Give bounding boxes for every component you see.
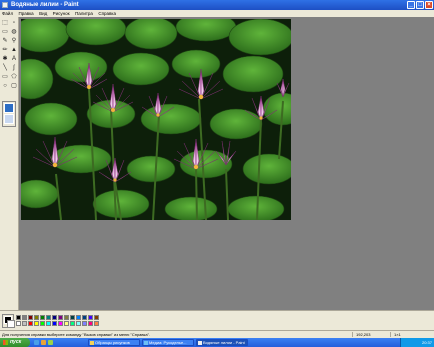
quicklaunch-desktop-icon[interactable] bbox=[48, 340, 53, 345]
tool-option-opaque[interactable] bbox=[4, 103, 14, 113]
text-icon[interactable]: A bbox=[10, 55, 18, 63]
folder-icon bbox=[90, 341, 94, 345]
clock[interactable]: 20:37 bbox=[422, 340, 432, 345]
background-color[interactable] bbox=[7, 320, 15, 328]
color-picker-icon[interactable]: ✎ bbox=[1, 37, 9, 45]
title-bar[interactable]: Водяные лилии - Paint _ □ × bbox=[0, 0, 434, 10]
menu-edit[interactable]: Правка bbox=[16, 10, 35, 17]
palette-swatch[interactable] bbox=[94, 315, 99, 320]
palette-swatch[interactable] bbox=[64, 315, 69, 320]
rounded-rect-icon[interactable]: ▢ bbox=[10, 82, 18, 90]
palette-swatch[interactable] bbox=[34, 315, 39, 320]
free-select-icon[interactable]: ⬚ bbox=[1, 19, 9, 27]
task-label: Водяные лилии - Paint bbox=[203, 340, 245, 345]
quicklaunch-media-icon[interactable] bbox=[41, 340, 46, 345]
fill-icon[interactable]: ◍ bbox=[10, 28, 18, 36]
browser-icon bbox=[144, 341, 148, 345]
ellipse-icon[interactable]: ○ bbox=[1, 82, 9, 90]
palette-swatch[interactable] bbox=[28, 315, 33, 320]
palette-swatch[interactable] bbox=[76, 315, 81, 320]
airbrush-icon[interactable]: ✱ bbox=[1, 55, 9, 63]
system-tray: 20:37 bbox=[400, 338, 434, 347]
palette-swatch[interactable] bbox=[58, 315, 63, 320]
curve-icon[interactable]: ∫ bbox=[10, 64, 18, 72]
menu-help[interactable]: Справка bbox=[96, 10, 118, 17]
palette-swatch[interactable] bbox=[16, 321, 21, 326]
current-colors[interactable] bbox=[2, 314, 15, 328]
toolbox: ⬚ ▫ ▭ ◍ ✎ ⚲ ✏ ▲ ✱ A ╲ ∫ ▭ ⬠ ○ ▢ bbox=[0, 17, 19, 310]
menu-file[interactable]: Файл bbox=[0, 10, 15, 17]
task-label: Медиа: Рукоделье... bbox=[149, 340, 187, 345]
polygon-icon[interactable]: ⬠ bbox=[10, 73, 18, 81]
start-label: пуск bbox=[10, 339, 22, 345]
start-button[interactable]: пуск bbox=[0, 338, 30, 347]
palette-swatch[interactable] bbox=[64, 321, 69, 326]
selection-size: 1×1 bbox=[394, 332, 401, 337]
palette-swatch[interactable] bbox=[16, 315, 21, 320]
windows-logo-icon bbox=[3, 340, 8, 345]
palette-swatch[interactable] bbox=[76, 321, 81, 326]
rect-select-icon[interactable]: ▫ bbox=[10, 19, 18, 27]
palette-swatch[interactable] bbox=[70, 321, 75, 326]
maximize-button[interactable]: □ bbox=[416, 1, 424, 9]
menu-image[interactable]: Рисунок bbox=[51, 10, 72, 17]
palette-swatch[interactable] bbox=[88, 321, 93, 326]
close-button[interactable]: × bbox=[425, 1, 433, 9]
palette-swatch[interactable] bbox=[22, 315, 27, 320]
palette-swatch[interactable] bbox=[46, 315, 51, 320]
drawing-canvas[interactable] bbox=[21, 19, 291, 220]
status-hint: Для получения справки выберите команду "… bbox=[2, 332, 151, 337]
menu-bar: Файл Правка Вид Рисунок Палитра Справка bbox=[0, 10, 434, 17]
quicklaunch-ie-icon[interactable] bbox=[34, 340, 39, 345]
palette-swatch[interactable] bbox=[22, 321, 27, 326]
taskbar: пуск Образцы рисунков Медиа: Рукоделье..… bbox=[0, 338, 434, 347]
status-divider bbox=[352, 332, 353, 337]
brush-icon[interactable]: ▲ bbox=[10, 46, 18, 54]
palette-swatch[interactable] bbox=[82, 321, 87, 326]
palette-swatch[interactable] bbox=[70, 315, 75, 320]
tool-options-box[interactable] bbox=[2, 101, 16, 127]
tool-option-transparent[interactable] bbox=[4, 114, 14, 124]
window-title: Водяные лилии - Paint bbox=[11, 2, 79, 8]
pencil-icon[interactable]: ✏ bbox=[1, 46, 9, 54]
canvas-area[interactable] bbox=[19, 17, 434, 310]
color-palette bbox=[0, 310, 434, 330]
palette-swatch[interactable] bbox=[52, 315, 57, 320]
minimize-button[interactable]: _ bbox=[407, 1, 415, 9]
magnifier-icon[interactable]: ⚲ bbox=[10, 37, 18, 45]
status-bar: Для получения справки выберите команду "… bbox=[0, 330, 434, 338]
line-icon[interactable]: ╲ bbox=[1, 64, 9, 72]
palette-swatch[interactable] bbox=[40, 315, 45, 320]
palette-swatch[interactable] bbox=[88, 315, 93, 320]
water-lilies-picture bbox=[21, 19, 291, 220]
task-button-paint[interactable]: Водяные лилии - Paint bbox=[196, 339, 248, 346]
rectangle-icon[interactable]: ▭ bbox=[1, 73, 9, 81]
menu-view[interactable]: Вид bbox=[37, 10, 49, 17]
palette-swatch[interactable] bbox=[82, 315, 87, 320]
paint-app-icon bbox=[2, 2, 8, 8]
eraser-icon[interactable]: ▭ bbox=[1, 28, 9, 36]
palette-swatch[interactable] bbox=[40, 321, 45, 326]
palette-swatch[interactable] bbox=[34, 321, 39, 326]
palette-swatch[interactable] bbox=[52, 321, 57, 326]
task-button-pictures[interactable]: Образцы рисунков bbox=[88, 339, 140, 346]
palette-swatch[interactable] bbox=[46, 321, 51, 326]
palette-swatch[interactable] bbox=[94, 321, 99, 326]
status-divider bbox=[390, 332, 391, 337]
palette-swatch[interactable] bbox=[58, 321, 63, 326]
menu-colors[interactable]: Палитра bbox=[73, 10, 95, 17]
paint-icon bbox=[198, 341, 202, 345]
palette-swatch[interactable] bbox=[28, 321, 33, 326]
cursor-coords: 192,203 bbox=[356, 332, 371, 337]
task-label: Образцы рисунков bbox=[95, 340, 130, 345]
task-button-media[interactable]: Медиа: Рукоделье... bbox=[142, 339, 194, 346]
